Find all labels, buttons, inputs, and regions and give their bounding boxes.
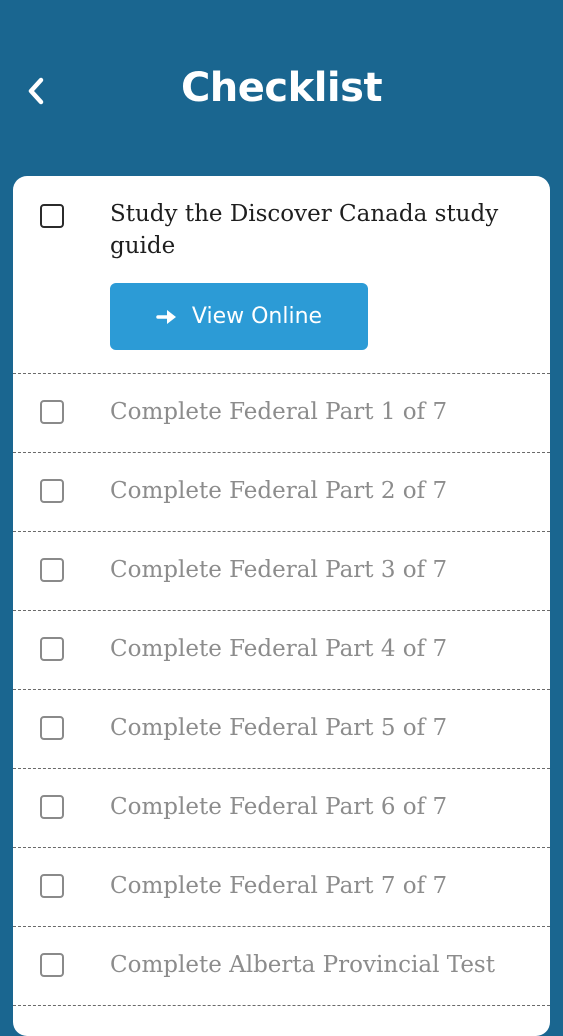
checkbox[interactable] (40, 637, 64, 661)
checklist-item: Complete Federal Part 5 of 7 (13, 690, 550, 769)
header-bar: Checklist (0, 0, 563, 176)
checkbox[interactable] (40, 953, 64, 977)
checklist-item-label: Complete Federal Part 3 of 7 (110, 557, 448, 583)
checklist-item: Complete Federal Part 3 of 7 (13, 532, 550, 611)
arrow-right-icon (156, 308, 178, 326)
checklist-item-label: Complete Federal Part 5 of 7 (110, 715, 448, 741)
checkbox[interactable] (40, 400, 64, 424)
checklist-item: Complete Alberta Provincial Test (13, 927, 550, 1006)
checklist-item-label: Complete Federal Part 1 of 7 (110, 399, 448, 425)
checklist-item-study-guide: Study the Discover Canada study guide Vi… (13, 176, 550, 374)
checklist-item-label: Study the Discover Canada study guide (110, 201, 499, 259)
checkbox[interactable] (40, 874, 64, 898)
checkbox[interactable] (40, 795, 64, 819)
checklist-item: Complete Federal Part 2 of 7 (13, 453, 550, 532)
view-online-label: View Online (191, 304, 323, 329)
checklist-item-label: Complete Alberta Provincial Test (110, 952, 495, 978)
checkbox[interactable] (40, 479, 64, 503)
checklist-item-label: Complete Federal Part 6 of 7 (110, 794, 448, 820)
checklist-item: Complete Federal Part 1 of 7 (13, 374, 550, 453)
checklist-item-label: Complete Federal Part 4 of 7 (110, 636, 448, 662)
checkbox[interactable] (40, 716, 64, 740)
checklist-item: Complete Federal Part 7 of 7 (13, 848, 550, 927)
checklist-item: Complete Federal Part 6 of 7 (13, 769, 550, 848)
checklist-card: Study the Discover Canada study guide Vi… (13, 176, 550, 1036)
checklist-item-label: Complete Federal Part 2 of 7 (110, 478, 448, 504)
view-online-button[interactable]: View Online (110, 283, 368, 350)
checkbox[interactable] (40, 558, 64, 582)
checkbox-study-guide[interactable] (40, 204, 64, 228)
checklist-item-label: Complete Federal Part 7 of 7 (110, 873, 448, 899)
page-title: Checklist (180, 65, 383, 111)
checklist-item: Complete Federal Part 4 of 7 (13, 611, 550, 690)
